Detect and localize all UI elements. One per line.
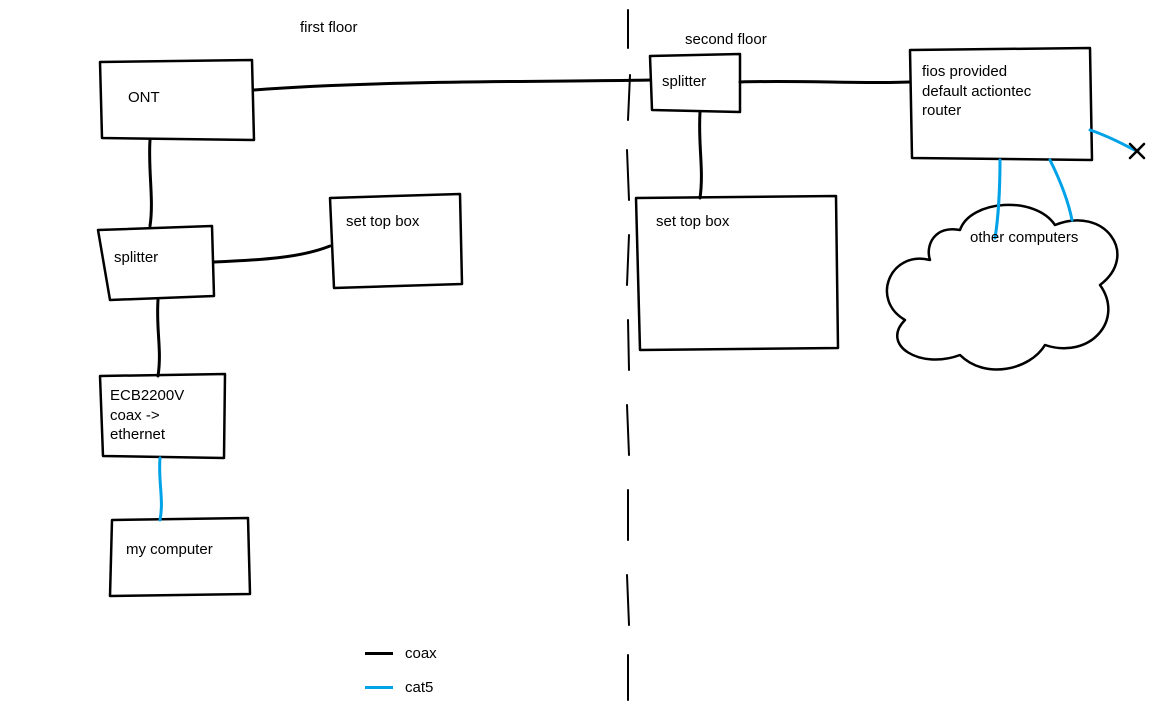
- node-settop1-box: [330, 194, 462, 288]
- section-second-floor: second floor: [685, 30, 767, 50]
- node-splitter1-label: splitter: [114, 248, 158, 268]
- node-settop2-label: set top box: [656, 212, 729, 232]
- node-splitter2-label: splitter: [662, 72, 706, 92]
- legend-cat5-label: cat5: [405, 678, 433, 698]
- node-other-label: other computers: [970, 228, 1078, 248]
- section-first-floor: first floor: [300, 18, 358, 38]
- legend-cat5-swatch: [365, 686, 393, 689]
- node-ont-box: [100, 60, 254, 140]
- node-mycomputer-label: my computer: [126, 540, 213, 560]
- legend-coax-swatch: [365, 652, 393, 655]
- node-ecb-label: ECB2200V coax -> ethernet: [110, 386, 184, 445]
- node-router-label: fios provided default actiontec router: [922, 62, 1031, 121]
- node-settop1-label: set top box: [346, 212, 419, 232]
- node-ont-label: ONT: [128, 88, 160, 108]
- legend-coax-label: coax: [405, 644, 437, 664]
